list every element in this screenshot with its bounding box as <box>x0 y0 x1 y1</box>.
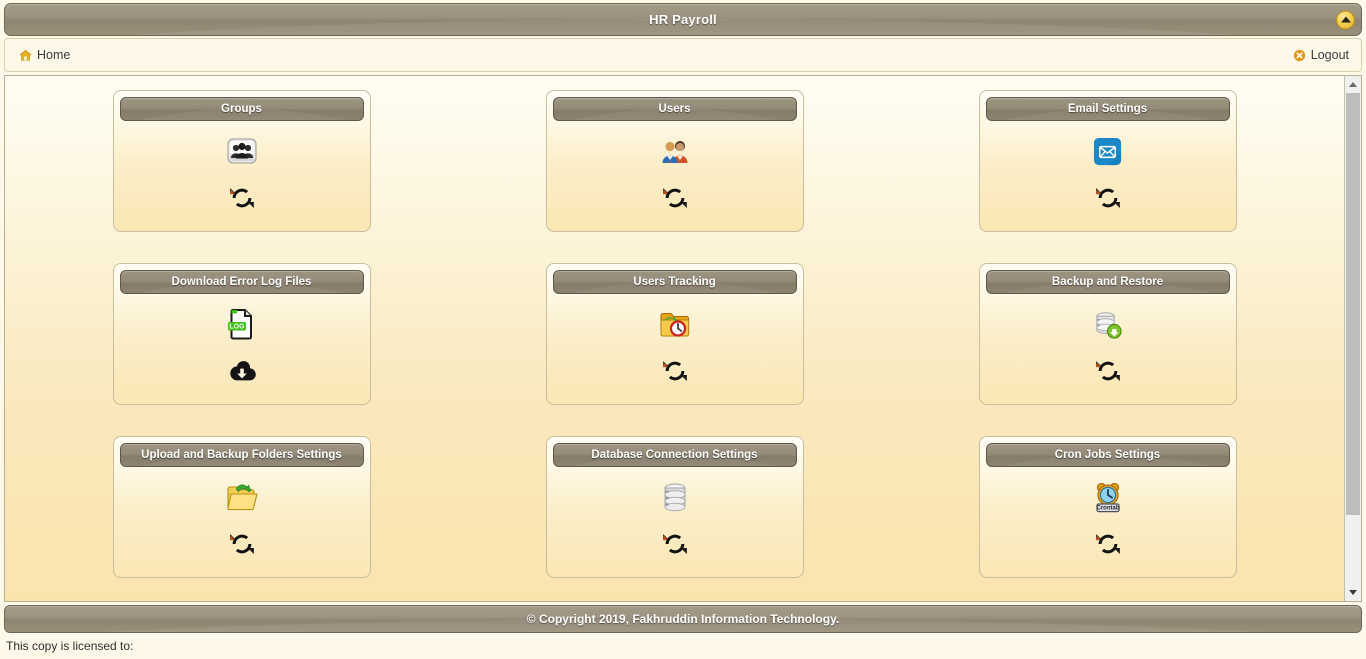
card-header: Users Tracking <box>552 270 797 294</box>
card-header: Cron Jobs Settings <box>985 443 1230 467</box>
card-title: Cron Jobs Settings <box>1054 449 1161 461</box>
card-title: Database Connection Settings <box>591 449 758 461</box>
module-card-grid: Groups Users Email Settings Download Err… <box>5 90 1344 578</box>
refresh-icon[interactable] <box>659 355 691 387</box>
refresh-icon[interactable] <box>226 528 258 560</box>
card-email-settings[interactable]: Email Settings <box>978 90 1237 232</box>
log-document-icon: LOG <box>225 307 259 341</box>
refresh-icon[interactable] <box>226 182 258 214</box>
card-title: Groups <box>221 103 262 115</box>
refresh-icon[interactable] <box>1092 355 1124 387</box>
license-strip: This copy is licensed to: <box>0 633 1366 659</box>
triangle-down-icon[interactable] <box>1345 584 1361 601</box>
scrollbar-track[interactable] <box>1345 93 1361 584</box>
main-content-panel: Groups Users Email Settings Download Err… <box>4 75 1362 602</box>
triangle-up-icon[interactable] <box>1345 76 1361 93</box>
copyright-text: © Copyright 2019, Fakhruddin Information… <box>526 612 840 626</box>
database-icon <box>658 480 692 514</box>
alarm-clock-crontab-icon: Crontab <box>1091 480 1125 514</box>
card-upload-and-backup-folders-settings[interactable]: Upload and Backup Folders Settings <box>112 436 371 578</box>
cards-scroll-area: Groups Users Email Settings Download Err… <box>5 76 1344 601</box>
folder-clock-icon <box>658 307 692 341</box>
scrollbar-thumb[interactable] <box>1346 93 1360 516</box>
home-link[interactable]: Home <box>19 48 70 62</box>
card-cron-jobs-settings[interactable]: Cron Jobs Settings Crontab <box>978 436 1237 578</box>
card-users[interactable]: Users <box>545 90 804 232</box>
cloud-download-icon[interactable] <box>226 355 258 387</box>
home-icon <box>19 49 32 61</box>
group-users-icon <box>225 134 259 168</box>
card-header: Email Settings <box>985 97 1230 121</box>
two-users-icon <box>658 134 692 168</box>
breadcrumb: Home Logout <box>4 38 1362 72</box>
refresh-icon[interactable] <box>659 182 691 214</box>
card-header: Users <box>552 97 797 121</box>
refresh-icon[interactable] <box>659 528 691 560</box>
card-backup-and-restore[interactable]: Backup and Restore <box>978 263 1237 405</box>
card-header: Upload and Backup Folders Settings <box>119 443 364 467</box>
card-download-error-log-files[interactable]: Download Error Log Files LOG <box>112 263 371 405</box>
card-title: Email Settings <box>1067 103 1148 115</box>
license-text: This copy is licensed to: <box>6 639 134 653</box>
page-title: HR Payroll <box>649 12 717 27</box>
card-groups[interactable]: Groups <box>112 90 371 232</box>
card-header: Backup and Restore <box>985 270 1230 294</box>
card-users-tracking[interactable]: Users Tracking <box>545 263 804 405</box>
copyright-bar: © Copyright 2019, Fakhruddin Information… <box>4 605 1362 633</box>
close-circle-icon <box>1293 49 1305 61</box>
footer-container: © Copyright 2019, Fakhruddin Information… <box>0 602 1366 633</box>
crontab-badge-text: Crontab <box>1096 506 1119 512</box>
card-title: Upload and Backup Folders Settings <box>141 449 342 461</box>
card-header: Download Error Log Files <box>119 270 364 294</box>
card-title: Users <box>658 103 691 115</box>
card-database-connection-settings[interactable]: Database Connection Settings <box>545 436 804 578</box>
card-title: Download Error Log Files <box>171 276 312 288</box>
envelope-icon <box>1091 134 1125 168</box>
chevron-up-icon[interactable] <box>1336 10 1355 29</box>
vertical-scrollbar[interactable] <box>1344 76 1361 601</box>
logout-label: Logout <box>1310 48 1349 62</box>
logout-link[interactable]: Logout <box>1293 48 1349 62</box>
card-header: Groups <box>119 97 364 121</box>
titlebar-container: HR Payroll <box>0 0 1366 38</box>
home-label: Home <box>37 48 71 62</box>
database-download-icon <box>1091 307 1125 341</box>
card-title: Backup and Restore <box>1051 276 1164 288</box>
log-badge-text: LOG <box>229 324 245 331</box>
app-titlebar: HR Payroll <box>4 3 1362 36</box>
refresh-icon[interactable] <box>1092 182 1124 214</box>
folder-upload-icon <box>225 480 259 514</box>
card-header: Database Connection Settings <box>552 443 797 467</box>
refresh-icon[interactable] <box>1092 528 1124 560</box>
card-title: Users Tracking <box>633 276 716 288</box>
